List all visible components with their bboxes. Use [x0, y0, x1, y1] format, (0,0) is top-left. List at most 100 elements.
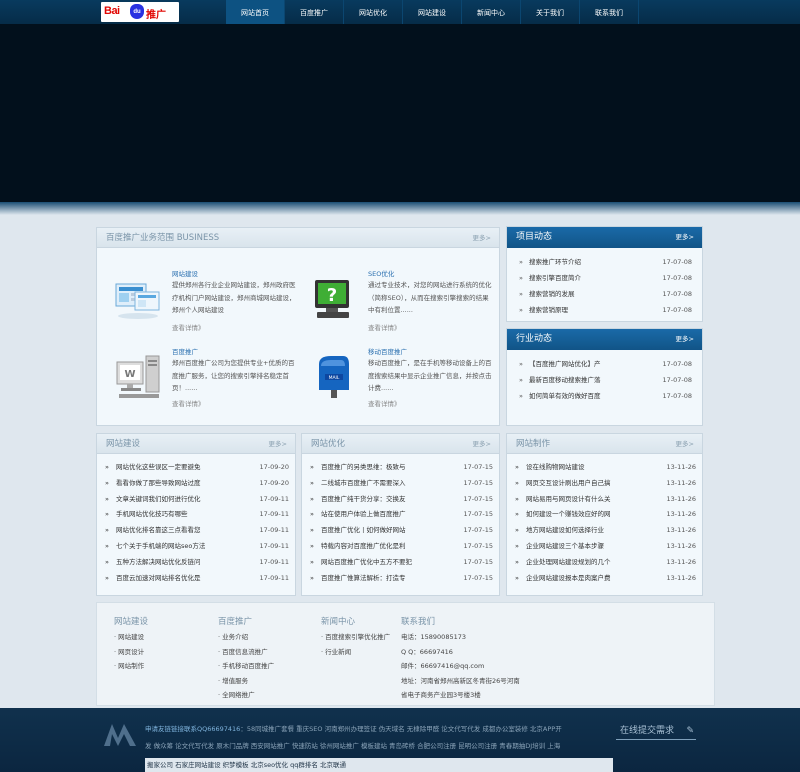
- footer-link[interactable]: · 行业新闻: [321, 645, 390, 660]
- nav-web-build[interactable]: 网站建设: [403, 0, 462, 24]
- list-item[interactable]: » 地方网站建设如何选择行业 13-11-26: [507, 523, 702, 539]
- list-item-title[interactable]: 企业网站建设报本是肉案户费: [526, 571, 646, 587]
- list-item-title[interactable]: 看看你做了那些导致网站过度: [116, 476, 236, 492]
- nav-seo[interactable]: 网站优化: [344, 0, 403, 24]
- list-item-title[interactable]: 搜索营销的发展: [529, 286, 649, 302]
- footer-link[interactable]: · 增值服务: [218, 674, 274, 689]
- list-item[interactable]: » 网站易用与网页设计有什么关 13-11-26: [507, 492, 702, 508]
- list-item-title[interactable]: 特载内容对百度推广优化是利: [321, 539, 441, 555]
- service-seo[interactable]: ? SEO优化 通过专业技术，对您的网站进行系统的优化（简称SEO），从而在搜索…: [309, 268, 495, 338]
- footer-link[interactable]: · 全网络推广: [218, 688, 274, 703]
- list-item[interactable]: » 五种方法解决网站优化反链问 17-09-11: [97, 555, 295, 571]
- column-more-link[interactable]: 更多>: [676, 434, 694, 454]
- list-item[interactable]: » 站在使用户体验上做百度推广 17-07-15: [302, 507, 499, 523]
- list-item-title[interactable]: 网站百度推广优化中五方不要犯: [321, 555, 441, 571]
- service-baidu-promotion[interactable]: W 百度推广 郑州百度推广公司为您提供专业+优质的百度推广服务，让您的搜索引擎排…: [113, 346, 299, 416]
- list-item-title[interactable]: 手机网站优化技巧有哪些: [116, 507, 236, 523]
- list-item[interactable]: » 企业处理网站建设规划的几个 13-11-26: [507, 555, 702, 571]
- nav-baidu-promotion[interactable]: 百度推广: [285, 0, 344, 24]
- list-item[interactable]: » 看看你做了那些导致网站过度 17-09-20: [97, 476, 295, 492]
- online-submit-button[interactable]: 在线提交需求 ✎: [616, 722, 696, 740]
- list-item-title[interactable]: 五种方法解决网站优化反链问: [116, 555, 236, 571]
- list-item[interactable]: » 百度推广纯干货分享：交换友 17-07-15: [302, 492, 499, 508]
- nav-contact[interactable]: 联系我们: [580, 0, 639, 24]
- list-item[interactable]: » 网页交互设计刷出用户自己搞 13-11-26: [507, 476, 702, 492]
- nav-news[interactable]: 新闻中心: [462, 0, 521, 24]
- baidu-tuiguang-logo[interactable]: Bai du 推广: [101, 2, 179, 22]
- list-item[interactable]: » 网站百度推广优化中五方不要犯 17-07-15: [302, 555, 499, 571]
- friend-link-apply[interactable]: 申请友链链接联系QQ66697416: [145, 725, 240, 733]
- list-item[interactable]: » 百度推广的另类思维：极致与 17-07-15: [302, 460, 499, 476]
- friend-links[interactable]: ：58同城推广套餐 重庆SEO 河南郑州办理签证 伪天域名 无棣除甲醛 论文代写…: [240, 725, 561, 733]
- list-item-title[interactable]: 最新百度移动搜索推广落: [529, 372, 649, 388]
- list-item[interactable]: » 搜索营销的发展 17-07-08: [507, 286, 702, 302]
- list-item-title[interactable]: 百度云加速对网站排名优化是: [116, 571, 236, 587]
- list-item[interactable]: » 百度推广优化丨如何做好网站 17-07-15: [302, 523, 499, 539]
- list-item-title[interactable]: 【百度推广网站优化】产: [529, 356, 649, 372]
- list-item-title[interactable]: 企业处理网站建设规划的几个: [526, 555, 646, 571]
- list-item[interactable]: » 百度云加速对网站排名优化是 17-09-11: [97, 571, 295, 587]
- list-item-title[interactable]: 企业网站建设三个基本步骤: [526, 539, 646, 555]
- list-item-title[interactable]: 地方网站建设如何选择行业: [526, 523, 646, 539]
- service-detail-link[interactable]: 查看详情》: [368, 398, 401, 408]
- nav-about[interactable]: 关于我们: [521, 0, 580, 24]
- list-item[interactable]: » 文章关键词我们如何进行优化 17-09-11: [97, 492, 295, 508]
- list-item[interactable]: » 网站优化排名靠这三点看看您 17-09-11: [97, 523, 295, 539]
- footer-logo-icon: [104, 724, 136, 746]
- list-item[interactable]: » 手机网站优化技巧有哪些 17-09-11: [97, 507, 295, 523]
- service-web-build[interactable]: 网站建设 提供郑州各行业企业网站建设，郑州政府医疗机构门户网站建设，郑州商城网站…: [113, 268, 299, 338]
- nav-home[interactable]: 网站首页: [226, 0, 285, 24]
- list-item[interactable]: » 搜索引擎百度简介 17-07-08: [507, 270, 702, 286]
- footer-link[interactable]: · 网站制作: [114, 659, 148, 674]
- list-item-title[interactable]: 百度推广的另类思维：极致与: [321, 460, 441, 476]
- list-item-title[interactable]: 二线城市百度推广不需要深入: [321, 476, 441, 492]
- footer-link[interactable]: · 百度信息流推广: [218, 645, 274, 660]
- footer-link[interactable]: · 业务介绍: [218, 630, 274, 645]
- service-detail-link[interactable]: 查看详情》: [368, 322, 401, 332]
- list-item[interactable]: » 如何简单有效的做好百度 17-07-08: [507, 388, 702, 404]
- service-mobile-promotion[interactable]: MAIL 移动百度推广 移动百度推广，是在手机等移动设备上的百度搜索结果中显示企…: [309, 346, 495, 416]
- list-item[interactable]: » 企业网站建设报本是肉案户费 13-11-26: [507, 571, 702, 587]
- friend-links-line3[interactable]: 搬家公司 石家庄网站建设 织梦模板 北京seo优化 qq群排名 北京联通: [145, 758, 613, 772]
- list-item[interactable]: » 特载内容对百度推广优化是利 17-07-15: [302, 539, 499, 555]
- industry-news-more-link[interactable]: 更多>: [676, 329, 694, 350]
- list-item-title[interactable]: 网站优化这些误区一定要避免: [116, 460, 236, 476]
- list-item-title[interactable]: 如何简单有效的做好百度: [529, 388, 649, 404]
- list-item-title[interactable]: 搜索营销原理: [529, 302, 649, 318]
- list-item-title[interactable]: 设在线购物网站建设: [526, 460, 646, 476]
- column-more-link[interactable]: 更多>: [473, 434, 491, 454]
- list-item-title[interactable]: 百度推广惟算法解析：打造专: [321, 571, 441, 587]
- footer-link[interactable]: · 网页设计: [114, 645, 148, 660]
- list-item-title[interactable]: 网站易用与网页设计有什么关: [526, 492, 646, 508]
- list-item-title[interactable]: 网站优化排名靠这三点看看您: [116, 523, 236, 539]
- service-detail-link[interactable]: 查看详情》: [172, 322, 205, 332]
- footer-link[interactable]: · 网站建设: [114, 630, 148, 645]
- list-item[interactable]: » 七个关于手机端的网站seo方法 17-09-11: [97, 539, 295, 555]
- list-item-title[interactable]: 搜索引擎百度简介: [529, 270, 649, 286]
- business-more-link[interactable]: 更多>: [473, 228, 491, 248]
- project-news-more-link[interactable]: 更多>: [676, 227, 694, 248]
- list-item-title[interactable]: 如何建设一个赚钱效应好的网: [526, 507, 646, 523]
- footer-link[interactable]: · 百度搜索引擎优化推广: [321, 630, 390, 645]
- list-item-title[interactable]: 文章关键词我们如何进行优化: [116, 492, 236, 508]
- list-item[interactable]: » 【百度推广网站优化】产 17-07-08: [507, 356, 702, 372]
- list-item-title[interactable]: 七个关于手机端的网站seo方法: [116, 539, 236, 555]
- list-item-title[interactable]: 百度推广优化丨如何做好网站: [321, 523, 441, 539]
- list-item[interactable]: » 百度推广惟算法解析：打造专 17-07-15: [302, 571, 499, 587]
- list-item[interactable]: » 设在线购物网站建设 13-11-26: [507, 460, 702, 476]
- list-item-title[interactable]: 搜索推广环节介绍: [529, 254, 649, 270]
- list-item[interactable]: » 网站优化这些误区一定要避免 17-09-20: [97, 460, 295, 476]
- list-item[interactable]: » 最新百度移动搜索推广落 17-07-08: [507, 372, 702, 388]
- list-item-title[interactable]: 站在使用户体验上做百度推广: [321, 507, 441, 523]
- footer-link[interactable]: · 手机移动百度推广: [218, 659, 274, 674]
- list-item[interactable]: » 企业网站建设三个基本步骤 13-11-26: [507, 539, 702, 555]
- column-more-link[interactable]: 更多>: [269, 434, 287, 454]
- service-detail-link[interactable]: 查看详情》: [172, 398, 205, 408]
- list-item-title[interactable]: 百度推广纯干货分享：交换友: [321, 492, 441, 508]
- list-item[interactable]: » 搜索推广环节介绍 17-07-08: [507, 254, 702, 270]
- list-item[interactable]: » 搜索营销原理 17-07-08: [507, 302, 702, 318]
- list-item[interactable]: » 如何建设一个赚钱效应好的网 13-11-26: [507, 507, 702, 523]
- list-item-title[interactable]: 网页交互设计刷出用户自己搞: [526, 476, 646, 492]
- list-item[interactable]: » 二线城市百度推广不需要深入 17-07-15: [302, 476, 499, 492]
- friend-links-line2[interactable]: 发 做众筹 论文代写代发 原木门品牌 西安网站推广 快速防站 徐州网站推广 模板…: [145, 740, 613, 750]
